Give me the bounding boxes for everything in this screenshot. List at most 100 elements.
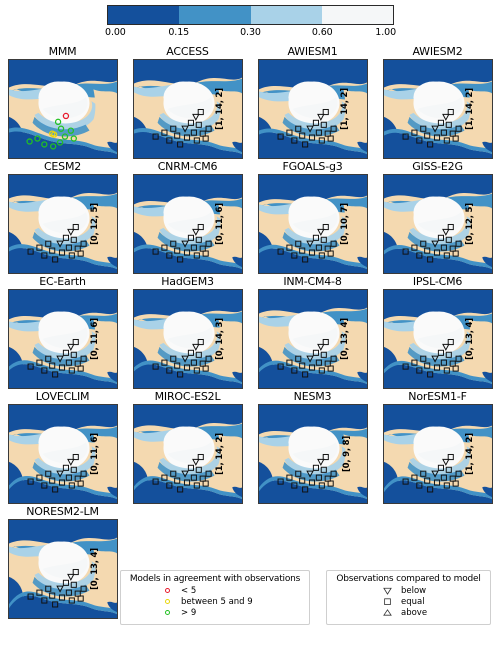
panel-markers-inm-cm4-8 <box>259 290 367 388</box>
panel-title-giss-e2g: GISS-E2G <box>412 160 463 173</box>
panel-map-fgoals-g3[interactable]: [0, 10, 7] <box>257 174 368 274</box>
panel-awiesm2[interactable]: AWIESM2 [1, 14, 2] <box>375 44 500 159</box>
panel-map-cesm2[interactable]: [0, 12, 5] <box>7 174 118 274</box>
panel-title-cesm2: CESM2 <box>43 160 82 173</box>
panel-title-fgoals-g3: FGOALS-g3 <box>282 160 343 173</box>
legend-models-agreement: Models in agreement with observations < … <box>120 570 310 625</box>
colorbar-segment-0 <box>108 6 180 24</box>
circle-green-icon <box>159 610 175 615</box>
panel-map-hadgem3[interactable]: [0, 14, 3] <box>132 289 243 389</box>
panel-markers-mmm <box>9 60 117 158</box>
panel-map-inm-cm4-8[interactable]: [0, 13, 4] <box>257 289 368 389</box>
panel-markers-giss-e2g <box>384 175 492 273</box>
panel-stats-fgoals-g3: [0, 10, 7] <box>339 203 350 245</box>
panel-map-cnrm-cm6[interactable]: [0, 11, 6] <box>132 174 243 274</box>
panel-markers-fgoals-g3 <box>259 175 367 273</box>
legend-observations-label-0: below <box>401 585 427 596</box>
panel-stats-access: [1, 14, 2] <box>214 88 225 130</box>
legend-observations-item-0: below <box>327 585 490 596</box>
panel-grid: MMM ACCESS [1, 14, 2] AWIESM1 [1, 14, 2]… <box>0 44 500 619</box>
colorbar-container: 0.00 0.15 0.30 0.60 1.00 <box>105 5 397 41</box>
legend-observations-title: Observations compared to model <box>336 574 481 584</box>
panel-stats-hadgem3: [0, 14, 3] <box>214 318 225 360</box>
legend-agreement-title: Models in agreement with observations <box>129 574 301 584</box>
colorbar-gradient <box>107 5 394 25</box>
panel-map-ec-earth[interactable]: [0, 11, 6] <box>7 289 118 389</box>
panel-cesm2[interactable]: CESM2 [0, 12, 5] <box>0 159 125 274</box>
panel-ec-earth[interactable]: EC-Earth [0, 11, 6] <box>0 274 125 389</box>
panel-stats-cesm2: [0, 12, 5] <box>89 203 100 245</box>
panel-stats-ipsl-cm6: [0, 13, 4] <box>464 318 475 360</box>
colorbar-segment-2 <box>250 6 322 24</box>
panel-ipsl-cm6[interactable]: IPSL-CM6 [0, 13, 4] <box>375 274 500 389</box>
panel-markers-access <box>134 60 242 158</box>
panel-noresm2-lm[interactable]: NORESM2-LM [0, 13, 4] <box>0 504 125 619</box>
colorbar-tick-2: 0.30 <box>240 27 261 38</box>
panel-row: MMM ACCESS [1, 14, 2] AWIESM1 [1, 14, 2]… <box>0 44 500 159</box>
panel-map-giss-e2g[interactable]: [0, 12, 5] <box>382 174 493 274</box>
panel-map-awiesm1[interactable]: [1, 14, 2] <box>257 59 368 159</box>
panel-map-awiesm2[interactable]: [1, 14, 2] <box>382 59 493 159</box>
panel-title-hadgem3: HadGEM3 <box>161 275 214 288</box>
colorbar-segment-1 <box>179 6 251 24</box>
legend-observations-label-2: above <box>401 607 428 618</box>
panel-access[interactable]: ACCESS [1, 14, 2] <box>125 44 250 159</box>
panel-stats-cnrm-cm6: [0, 11, 6] <box>214 203 225 245</box>
panel-stats-awiesm1: [1, 14, 2] <box>339 88 350 130</box>
legend-observations-item-1: equal <box>327 596 490 607</box>
panel-markers-loveclim <box>9 405 117 503</box>
panel-hadgem3[interactable]: HadGEM3 [0, 14, 3] <box>125 274 250 389</box>
legend-agreement-item-0: < 5 <box>121 585 309 596</box>
panel-map-loveclim[interactable]: [0, 11, 6] <box>7 404 118 504</box>
colorbar-tick-3: 0.60 <box>311 27 333 38</box>
panel-mmm[interactable]: MMM <box>0 44 125 159</box>
panel-map-noresm2-lm[interactable]: [0, 13, 4] <box>7 519 118 619</box>
colorbar-tick-0: 0.00 <box>105 27 126 38</box>
panel-noresm1-f[interactable]: NorESM1-F [1, 14, 2] <box>375 389 500 504</box>
panel-title-ec-earth: EC-Earth <box>39 275 86 288</box>
panel-map-noresm1-f[interactable]: [1, 14, 2] <box>382 404 493 504</box>
triangle-down-icon <box>379 586 395 595</box>
panel-row: EC-Earth [0, 11, 6] HadGEM3 [0, 14, 3] I… <box>0 274 500 389</box>
panel-title-awiesm1: AWIESM1 <box>287 45 338 58</box>
panel-map-mmm[interactable] <box>7 59 118 159</box>
square-icon <box>379 597 395 606</box>
panel-markers-awiesm1 <box>259 60 367 158</box>
panel-row: LOVECLIM [0, 11, 6] MIROC-ES2L [1, 14, 2… <box>0 389 500 504</box>
panel-markers-miroc-es2l <box>134 405 242 503</box>
legend-observations-label-1: equal <box>401 596 425 607</box>
panel-fgoals-g3[interactable]: FGOALS-g3 [0, 10, 7] <box>250 159 375 274</box>
panel-map-nesm3[interactable]: [0, 9, 8] <box>257 404 368 504</box>
panel-title-awiesm2: AWIESM2 <box>412 45 463 58</box>
panel-stats-noresm2-lm: [0, 13, 4] <box>89 548 100 590</box>
panel-title-ipsl-cm6: IPSL-CM6 <box>412 275 463 288</box>
colorbar-segment-3 <box>321 6 393 24</box>
panel-inm-cm4-8[interactable]: INM-CM4-8 [0, 13, 4] <box>250 274 375 389</box>
panel-map-access[interactable]: [1, 14, 2] <box>132 59 243 159</box>
panel-stats-inm-cm4-8: [0, 13, 4] <box>339 318 350 360</box>
panel-miroc-es2l[interactable]: MIROC-ES2L [1, 14, 2] <box>125 389 250 504</box>
panel-stats-awiesm2: [1, 14, 2] <box>464 88 475 130</box>
panel-stats-ec-earth: [0, 11, 6] <box>89 318 100 360</box>
circle-red-icon <box>159 588 175 593</box>
panel-awiesm1[interactable]: AWIESM1 [1, 14, 2] <box>250 44 375 159</box>
legend-agreement-item-2: > 9 <box>121 607 309 618</box>
panel-map-ipsl-cm6[interactable]: [0, 13, 4] <box>382 289 493 389</box>
panel-title-loveclim: LOVECLIM <box>35 390 90 403</box>
panel-markers-hadgem3 <box>134 290 242 388</box>
panel-title-inm-cm4-8: INM-CM4-8 <box>283 275 342 288</box>
legend-agreement-label-1: between 5 and 9 <box>181 596 253 607</box>
panel-markers-cesm2 <box>9 175 117 273</box>
panel-loveclim[interactable]: LOVECLIM [0, 11, 6] <box>0 389 125 504</box>
colorbar-tick-4: 1.00 <box>375 27 397 38</box>
panel-cnrm-cm6[interactable]: CNRM-CM6 [0, 11, 6] <box>125 159 250 274</box>
circle-yellow-icon <box>159 599 175 604</box>
panel-map-miroc-es2l[interactable]: [1, 14, 2] <box>132 404 243 504</box>
legend-observations: Observations compared to model below equ… <box>326 570 491 625</box>
panel-markers-awiesm2 <box>384 60 492 158</box>
legend-agreement-label-2: > 9 <box>181 607 197 618</box>
panel-giss-e2g[interactable]: GISS-E2G [0, 12, 5] <box>375 159 500 274</box>
panel-markers-noresm2-lm <box>9 520 117 618</box>
panel-nesm3[interactable]: NESM3 [0, 9, 8] <box>250 389 375 504</box>
panel-row: CESM2 [0, 12, 5] CNRM-CM6 [0, 11, 6] FGO… <box>0 159 500 274</box>
